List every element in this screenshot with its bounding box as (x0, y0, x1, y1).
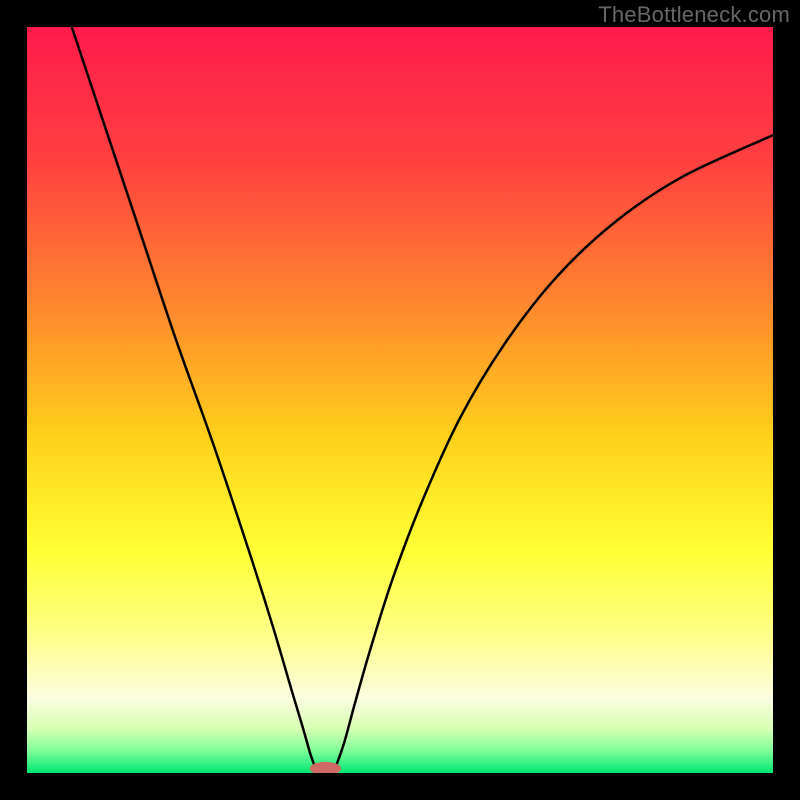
gradient-background (27, 27, 773, 773)
chart-svg (27, 27, 773, 773)
plot-area (27, 27, 773, 773)
watermark-text: TheBottleneck.com (598, 2, 790, 28)
chart-frame: TheBottleneck.com (0, 0, 800, 800)
